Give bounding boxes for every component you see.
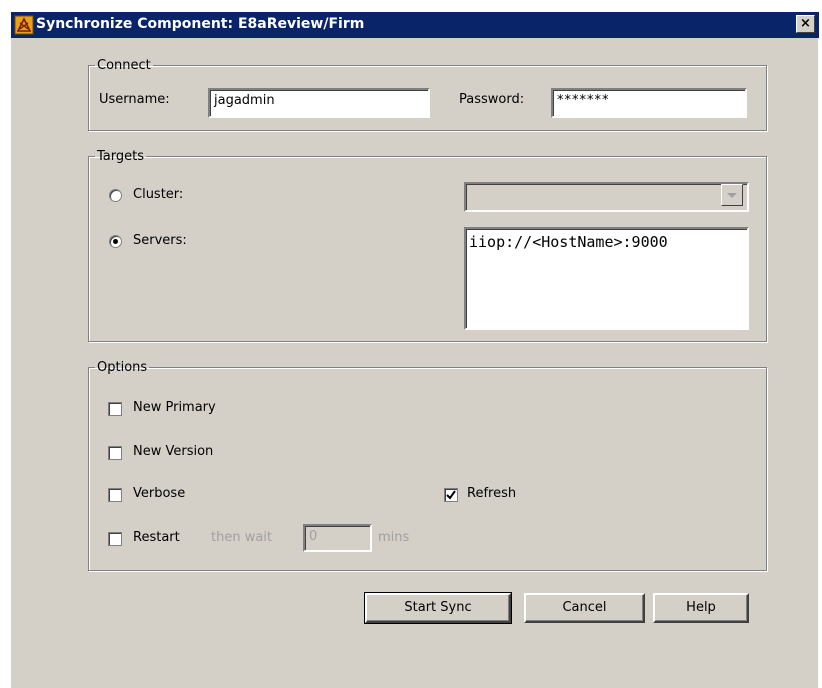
password-input[interactable]: ******* (551, 88, 747, 118)
checkmark-icon (446, 490, 456, 500)
new-primary-label[interactable]: New Primary (133, 400, 216, 415)
help-button[interactable]: Help (653, 593, 749, 623)
verbose-checkbox[interactable] (108, 488, 122, 502)
options-legend: Options (97, 360, 148, 375)
servers-textarea[interactable]: iiop://<HostName>:9000 (464, 227, 749, 330)
cluster-dropdown[interactable] (464, 182, 749, 212)
servers-label[interactable]: Servers: (133, 233, 187, 248)
wait-minutes-input[interactable]: 0 (303, 524, 372, 552)
username-label: Username: (99, 92, 170, 107)
connect-legend: Connect (97, 58, 151, 73)
window-title: Synchronize Component: E8aReview/Firm (36, 16, 365, 32)
new-version-label[interactable]: New Version (133, 444, 213, 459)
new-version-checkbox[interactable] (108, 446, 122, 460)
cancel-button[interactable]: Cancel (524, 593, 645, 623)
restart-label[interactable]: Restart (133, 530, 180, 545)
sync-component-dialog: Synchronize Component: E8aReview/Firm × … (10, 11, 819, 688)
new-primary-checkbox[interactable] (108, 402, 122, 416)
refresh-label[interactable]: Refresh (467, 486, 516, 501)
title-bar[interactable]: Synchronize Component: E8aReview/Firm × (11, 12, 819, 38)
cluster-radio[interactable] (109, 189, 122, 202)
targets-legend: Targets (97, 149, 144, 164)
mins-label: mins (378, 530, 410, 545)
close-icon: × (800, 16, 811, 31)
chevron-down-icon (727, 193, 737, 198)
radio-selected-dot (113, 239, 118, 244)
component-sync-icon (14, 15, 34, 35)
username-input[interactable]: jagadmin (208, 88, 430, 118)
restart-checkbox[interactable] (108, 532, 122, 546)
start-sync-button[interactable]: Start Sync (364, 592, 512, 624)
verbose-label[interactable]: Verbose (133, 486, 185, 501)
refresh-checkbox[interactable] (444, 488, 458, 502)
password-label: Password: (459, 92, 525, 107)
cluster-label[interactable]: Cluster: (133, 187, 183, 202)
then-wait-label: then wait (211, 530, 273, 545)
options-group: Options (88, 360, 767, 571)
close-button[interactable]: × (796, 15, 815, 33)
servers-radio[interactable] (109, 235, 122, 248)
cluster-dropdown-button[interactable] (721, 184, 743, 206)
